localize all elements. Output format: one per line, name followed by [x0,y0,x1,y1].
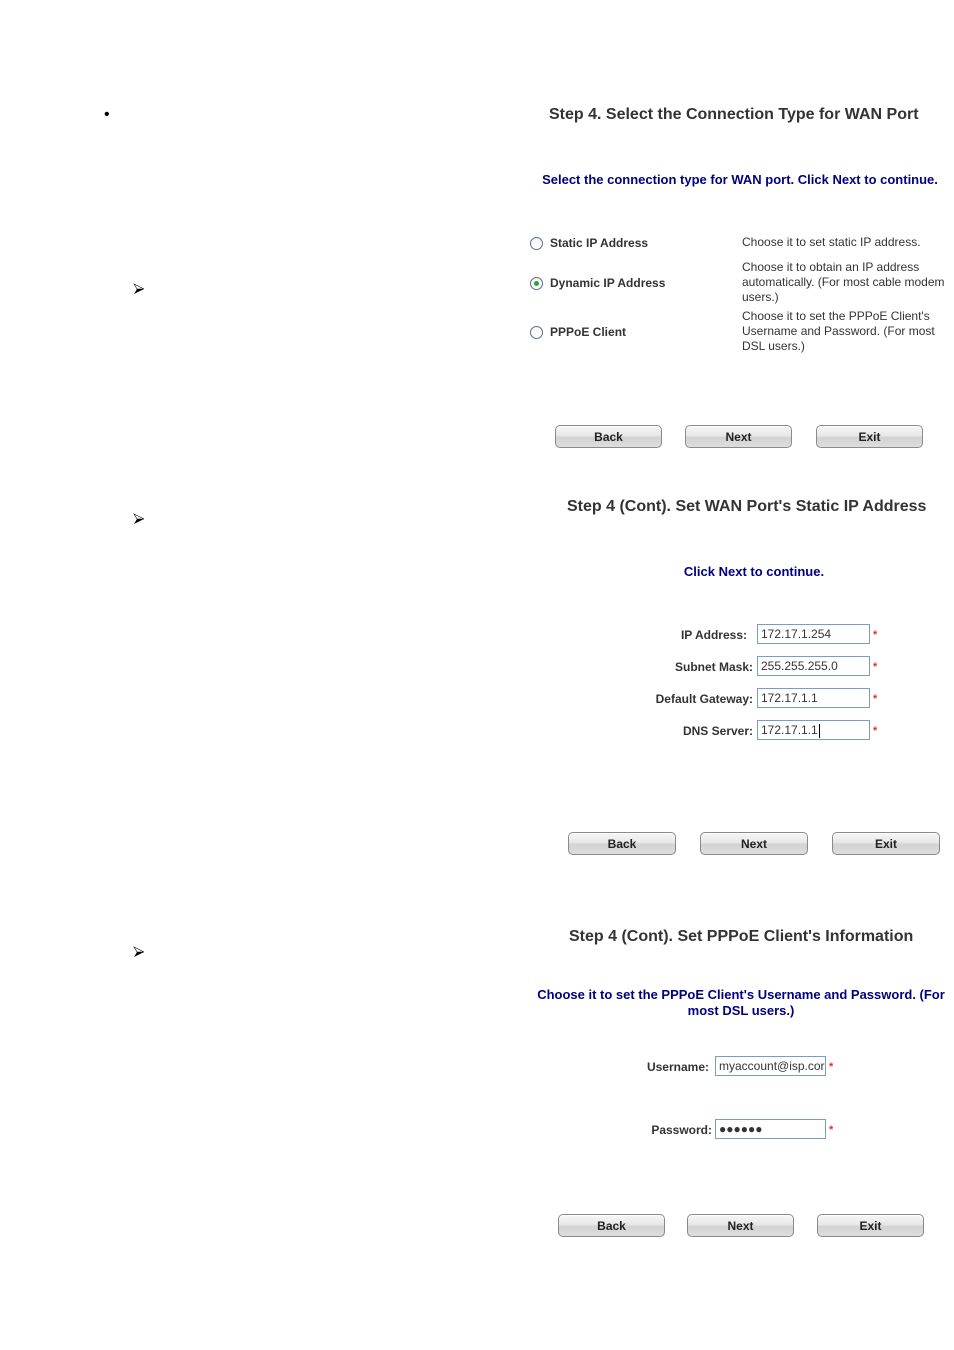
step4-title: Step 4. Select the Connection Type for W… [549,106,919,123]
pppoe-title: Step 4 (Cont). Set PPPoE Client's Inform… [569,928,914,945]
option-pppoe[interactable]: PPPoE Client [530,325,626,339]
default-gateway-input[interactable]: 172.17.1.1 [757,688,870,708]
password-input[interactable]: ●●●●●● [715,1119,826,1139]
back-button[interactable]: Back [568,832,676,855]
next-button[interactable]: Next [700,832,808,855]
password-label: Password: [651,1123,712,1137]
dns-server-label: DNS Server: [682,724,753,738]
option-label: PPPoE Client [550,325,627,339]
required-marker: * [829,1124,834,1136]
ip-address-input[interactable]: 172.17.1.254 [757,624,870,644]
ip-address-label: IP Address: [680,628,747,642]
subnet-mask-input[interactable]: 255.255.255.0 [757,656,870,676]
option-description: Choose it to set the PPPoE Client's User… [742,309,935,353]
arrowhead-right-icon [133,513,145,525]
next-button[interactable]: Next [687,1214,794,1237]
bullet-marker: • [104,106,110,123]
static-ip-title: Step 4 (Cont). Set WAN Port's Static IP … [567,498,927,515]
dns-server-input[interactable]: 172.17.1.1 [757,720,870,740]
next-button[interactable]: Next [685,425,792,448]
required-marker: * [873,661,878,673]
required-marker: * [873,629,878,641]
static-ip-subtitle: Click Next to continue. [683,564,825,579]
option-dynamic-ip[interactable]: Dynamic IP Address [530,276,665,290]
required-marker: * [873,693,878,705]
option-static-ip[interactable]: Static IP Address [530,236,648,250]
back-button[interactable]: Back [558,1214,665,1237]
text-cursor [818,723,820,738]
radio-dynamic-ip[interactable] [530,276,543,290]
dns-server-value: 172.17.1.1 [761,723,818,737]
default-gateway-label: Default Gateway: [655,692,753,706]
subnet-mask-label: Subnet Mask: [674,660,753,674]
username-label: Username: [646,1060,709,1074]
option-label: Dynamic IP Address [550,276,666,290]
option-description: Choose it to obtain an IP address automa… [742,260,945,304]
step4-subtitle: Select the connection type for WAN port.… [542,172,938,187]
exit-button[interactable]: Exit [832,832,940,855]
pppoe-subtitle: Choose it to set the PPPoE Client's User… [537,987,945,1018]
back-button[interactable]: Back [555,425,662,448]
radio-pppoe[interactable] [530,325,543,339]
arrowhead-right-icon [133,946,145,958]
exit-button[interactable]: Exit [817,1214,924,1237]
username-input[interactable]: myaccount@isp.cor [715,1056,826,1076]
required-marker: * [829,1061,834,1073]
option-description: Choose it to set static IP address. [742,235,921,249]
radio-static-ip[interactable] [530,236,543,250]
arrowhead-right-icon [133,283,145,295]
option-label: Static IP Address [550,236,649,250]
exit-button[interactable]: Exit [816,425,923,448]
required-marker: * [873,725,878,737]
